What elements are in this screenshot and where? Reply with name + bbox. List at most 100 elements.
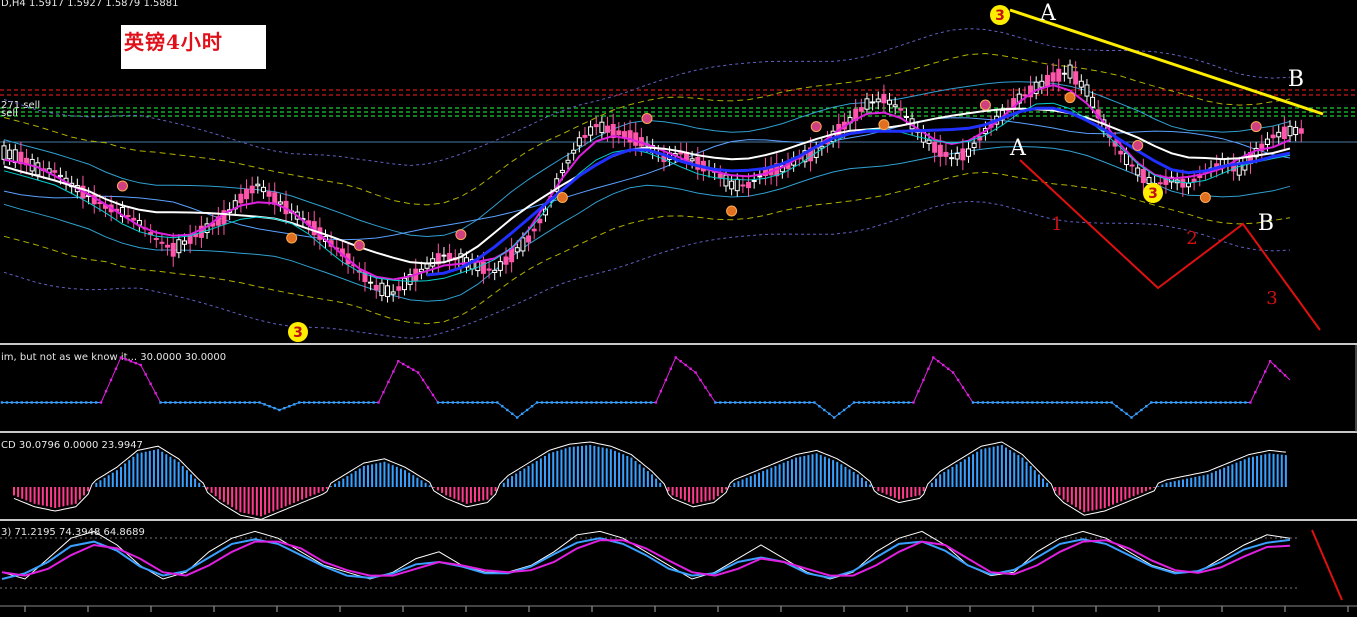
osc1-dot — [1174, 401, 1178, 404]
osc1-dot — [372, 401, 375, 404]
osc1-dot — [407, 365, 410, 369]
candle-body — [633, 132, 639, 146]
signal-dot — [641, 113, 653, 124]
channel-lower — [3, 145, 1291, 302]
candle-body — [1061, 72, 1067, 75]
osc1-dot — [1160, 401, 1163, 404]
candle-body — [1276, 131, 1282, 138]
osc1-dot — [332, 401, 336, 404]
osc1-dot — [312, 401, 316, 404]
osc1-dot — [99, 401, 103, 404]
envelope-lower — [3, 171, 1291, 325]
candle-body — [960, 148, 966, 161]
osc1-dot — [387, 380, 390, 384]
candle-body — [244, 188, 250, 200]
osc1-dot — [877, 401, 881, 404]
osc1-dot — [218, 401, 222, 404]
osc1-dot — [1060, 401, 1064, 404]
osc1-dot — [382, 390, 385, 394]
osc1-dot — [357, 401, 360, 404]
osc1-dot — [1031, 401, 1034, 404]
osc1-dot — [659, 390, 663, 393]
candle-body — [165, 244, 171, 248]
osc1-dot — [620, 401, 623, 404]
osc1-dot — [729, 401, 732, 404]
candle-body — [723, 174, 729, 187]
osc1-dot — [679, 360, 682, 363]
osc1-dot — [1278, 369, 1282, 372]
osc1-dot — [1070, 401, 1074, 404]
osc1-dot — [828, 412, 831, 415]
osc1-dot — [1150, 401, 1153, 404]
candle-body — [576, 137, 582, 147]
osc1-dot — [610, 401, 613, 404]
candle-body — [497, 261, 503, 271]
osc1-dot — [1229, 401, 1232, 404]
candle-body — [1264, 138, 1270, 145]
candle-body — [176, 239, 182, 254]
osc1-dot — [302, 401, 306, 404]
osc1-dot — [70, 401, 73, 404]
candle-body — [599, 121, 605, 134]
candle-body — [926, 139, 932, 144]
osc1-dot — [976, 401, 980, 404]
osc1-dot — [1001, 401, 1004, 404]
candle-body — [514, 247, 520, 253]
osc1-dot — [689, 367, 692, 370]
candle-body — [1078, 80, 1084, 88]
osc1-dot — [109, 378, 113, 382]
osc1-dot — [996, 401, 999, 404]
osc1-dot — [951, 371, 955, 374]
osc1-dot — [511, 412, 514, 415]
osc1-dot — [486, 401, 489, 404]
wave-a-low-label: A — [1009, 136, 1027, 161]
wave-3-label: 3 — [293, 325, 303, 341]
candle-body — [368, 281, 374, 284]
osc1-dot — [243, 401, 246, 404]
osc1-dot — [1209, 401, 1212, 404]
osc1-dot — [966, 393, 970, 397]
osc1-dot — [763, 401, 767, 404]
signal-dot — [1064, 92, 1076, 104]
osc1-dot — [857, 401, 861, 404]
osc1-dot — [535, 401, 539, 404]
osc1-dot — [268, 405, 271, 408]
osc1-dot — [283, 406, 286, 410]
osc1-dot — [456, 401, 459, 404]
candle-body — [1157, 182, 1163, 185]
candle-body — [588, 126, 594, 136]
stoch-signal-line — [1, 539, 1291, 577]
osc1-dot — [907, 401, 910, 404]
candle-body — [520, 237, 526, 252]
candle-body — [537, 218, 543, 224]
osc1-dot — [402, 362, 405, 366]
signal-dot — [1250, 121, 1262, 133]
osc1-dot — [194, 401, 197, 404]
candle-body — [131, 217, 137, 221]
osc1-dot — [842, 408, 846, 412]
osc1-dot — [565, 401, 568, 404]
osc1-dot — [674, 356, 677, 359]
osc1-dot — [248, 401, 251, 404]
osc1-dot — [1006, 401, 1009, 404]
candle-body — [255, 183, 261, 187]
stoch-projection-line — [1311, 529, 1343, 601]
candle-body — [932, 141, 938, 153]
candle-body — [1146, 176, 1152, 185]
osc1-dot — [0, 401, 4, 404]
wave-3-label: 3 — [995, 8, 1005, 24]
osc1-dot — [768, 401, 772, 404]
osc1-dot — [664, 378, 668, 382]
candle-body — [605, 125, 611, 133]
osc1-dot — [684, 363, 687, 367]
osc1-dot — [719, 401, 722, 404]
candle-body — [740, 184, 746, 187]
osc1-dot — [1224, 401, 1227, 404]
osc1-dot — [322, 401, 326, 404]
osc1-dot — [1189, 401, 1193, 404]
candle-body — [1270, 134, 1276, 139]
osc1-dot — [813, 401, 816, 404]
osc1-dot — [798, 401, 801, 404]
osc1-dot — [159, 401, 162, 404]
signal-dot — [286, 232, 298, 244]
